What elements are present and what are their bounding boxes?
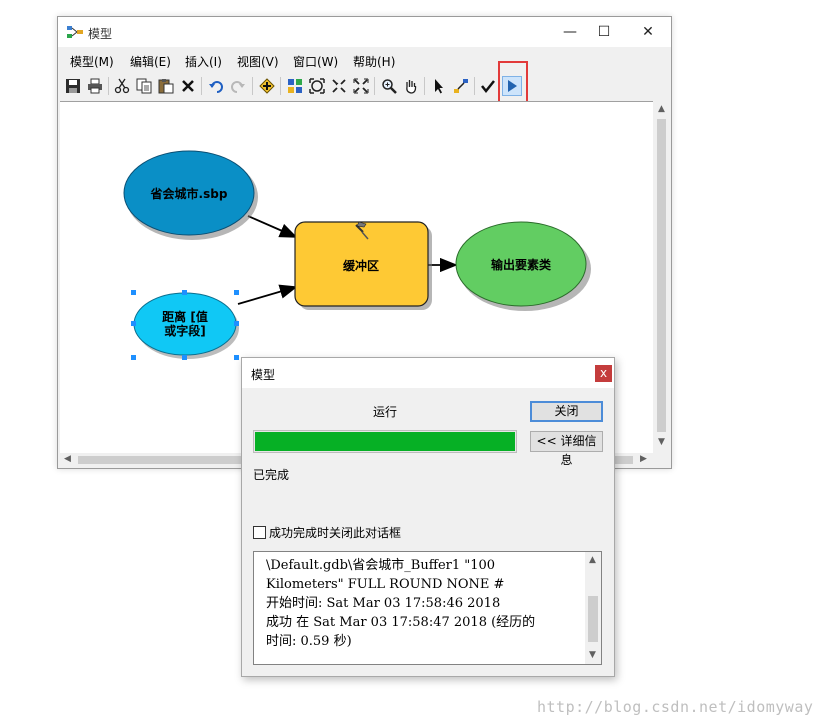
menu-model[interactable]: 模型(M): [70, 53, 114, 70]
log-scroll-up-arrow[interactable]: ▲: [589, 555, 596, 565]
undo-icon[interactable]: [206, 76, 226, 96]
menu-window[interactable]: 窗口(W): [293, 53, 338, 70]
message-log[interactable]: \Default.gdb\省会城市_Buffer1 "100 Kilometer…: [253, 551, 602, 665]
log-line: 开始时间: Sat Mar 03 17:58:46 2018: [266, 596, 501, 611]
log-line: \Default.gdb\省会城市_Buffer1 "100: [266, 558, 496, 573]
close-button[interactable]: 关闭: [530, 401, 603, 422]
log-scroll-down-arrow[interactable]: ▼: [589, 650, 596, 660]
input-city-label: 省会城市.sbp: [150, 186, 228, 201]
validate-icon[interactable]: [478, 76, 498, 96]
close-on-success-checkbox[interactable]: [253, 526, 266, 539]
run-dialog: 模型 x 运行 关闭 << 详细信息 已完成 成功完成时关闭此对话框 \Defa…: [241, 357, 615, 677]
add-data-icon[interactable]: [257, 76, 277, 96]
distance-label-line2: 或字段]: [164, 323, 206, 338]
done-text: 已完成: [253, 468, 290, 482]
pan-icon[interactable]: [401, 76, 421, 96]
output-label: 输出要素类: [491, 257, 552, 272]
dialog-status: 运行: [373, 405, 398, 419]
zoom-icon[interactable]: [379, 76, 399, 96]
auto-layout-icon[interactable]: [285, 76, 305, 96]
toolbar: [58, 73, 671, 99]
distance-label-line1: 距离 [值: [162, 309, 208, 324]
log-line: 时间: 0.59 秒): [266, 634, 352, 649]
save-icon[interactable]: [63, 76, 83, 96]
log-line: Kilometers" FULL ROUND NONE #: [266, 577, 505, 592]
details-button[interactable]: << 详细信息: [530, 431, 603, 467]
select-icon[interactable]: [429, 76, 449, 96]
vertical-scroll-thumb[interactable]: [657, 119, 666, 432]
zoom-in-fixed-icon[interactable]: [329, 76, 349, 96]
modelbuilder-app-icon: [67, 26, 83, 38]
title-bar[interactable]: 模型 — ☐ ✕: [58, 17, 671, 47]
connector-city-buffer: [247, 215, 298, 238]
log-line: 成功 在 Sat Mar 03 17:58:47 2018 (经历的: [266, 615, 536, 630]
scroll-up-arrow[interactable]: ▲: [658, 104, 665, 114]
connect-icon[interactable]: [451, 76, 471, 96]
progress-bar: [253, 430, 517, 453]
paste-icon[interactable]: [156, 76, 176, 96]
close-window-button[interactable]: ✕: [631, 17, 665, 47]
dialog-title-bar[interactable]: 模型 x: [242, 358, 614, 388]
copy-icon[interactable]: [134, 76, 154, 96]
window-title: 模型: [88, 27, 113, 41]
close-on-success-label: 成功完成时关闭此对话框: [269, 526, 402, 540]
progress-fill: [255, 432, 515, 451]
log-scrollbar[interactable]: ▲ ▼: [585, 552, 601, 664]
print-icon[interactable]: [85, 76, 105, 96]
close-on-success-row[interactable]: 成功完成时关闭此对话框: [253, 524, 401, 541]
scroll-left-arrow[interactable]: ◀: [64, 454, 71, 464]
log-scroll-thumb[interactable]: [588, 596, 598, 642]
maximize-button[interactable]: ☐: [587, 17, 621, 47]
menu-edit[interactable]: 编辑(E): [130, 53, 171, 70]
cut-icon[interactable]: [112, 76, 132, 96]
delete-icon[interactable]: [178, 76, 198, 96]
menu-help[interactable]: 帮助(H): [353, 53, 395, 70]
vertical-scrollbar[interactable]: ▲ ▼: [654, 101, 669, 453]
scroll-down-arrow[interactable]: ▼: [658, 437, 665, 447]
buffer-tool-label: 缓冲区: [343, 258, 379, 273]
connector-distance-buffer: [237, 284, 298, 305]
menu-view[interactable]: 视图(V): [237, 53, 279, 70]
redo-icon[interactable]: [228, 76, 248, 96]
dialog-title: 模型: [251, 368, 276, 382]
dialog-close-icon[interactable]: x: [595, 365, 612, 382]
menu-insert[interactable]: 插入(I): [185, 53, 222, 70]
minimize-button[interactable]: —: [553, 17, 587, 47]
menu-bar: 模型(M) 编辑(E) 插入(I) 视图(V) 窗口(W) 帮助(H): [58, 47, 671, 71]
full-extent-icon[interactable]: [307, 76, 327, 96]
scroll-right-arrow[interactable]: ▶: [640, 454, 647, 464]
zoom-out-fixed-icon[interactable]: [351, 76, 371, 96]
watermark: http://blog.csdn.net/idomyway: [537, 698, 814, 716]
